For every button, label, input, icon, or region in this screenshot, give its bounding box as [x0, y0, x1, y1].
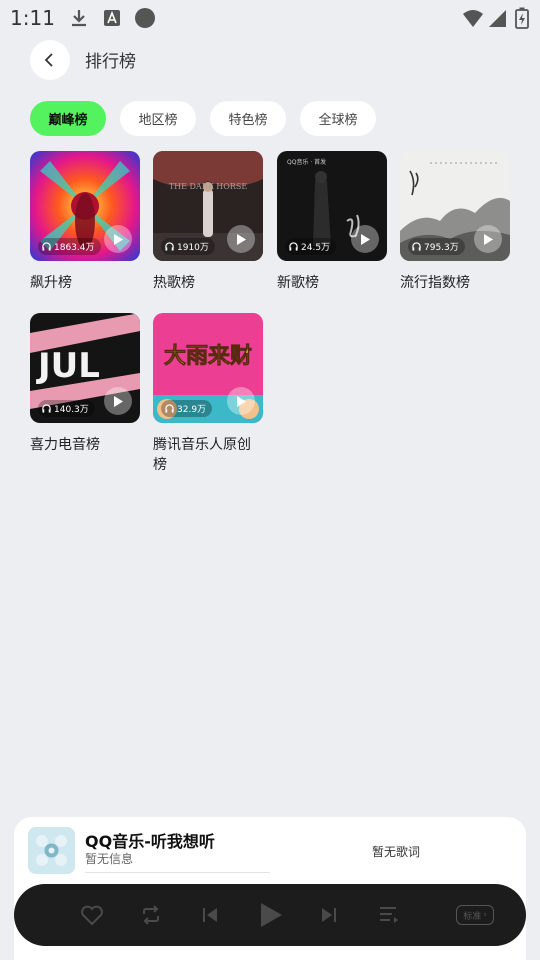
tab-featured[interactable]: 特色榜 — [210, 101, 286, 136]
chart-cover[interactable]: 1863.4万 — [30, 151, 140, 261]
chart-name: 流行指数榜 — [400, 275, 470, 291]
chart-cover[interactable]: THE DARK HORSE 1910万 — [153, 151, 263, 261]
status-time: 1:11 — [10, 6, 55, 30]
chart-name: 新歌榜 — [277, 275, 319, 291]
play-icon — [114, 395, 123, 407]
play-button[interactable] — [351, 225, 379, 253]
play-count-value: 140.3万 — [54, 405, 89, 415]
play-icon — [114, 233, 123, 245]
tab-region[interactable]: 地区榜 — [120, 101, 196, 136]
category-tabs: 巅峰榜 地区榜 特色榜 全球榜 — [30, 101, 376, 136]
play-icon — [484, 233, 493, 245]
player-cover[interactable] — [28, 827, 75, 874]
repeat-button[interactable] — [137, 901, 165, 929]
play-count: 795.3万 — [408, 238, 465, 255]
player-progress-bar[interactable] — [85, 872, 270, 873]
chart-card-rising[interactable]: 1863.4万 飙升榜 — [30, 151, 140, 293]
play-button[interactable] — [227, 387, 255, 415]
chart-name: 腾讯音乐人原创榜 — [153, 437, 251, 473]
play-button[interactable] — [104, 225, 132, 253]
wifi-icon — [463, 10, 483, 27]
chart-card-original[interactable]: 大雨来财 32.9万 腾讯音乐人原创榜 — [153, 313, 263, 475]
headphone-icon — [42, 242, 51, 251]
play-count-value: 1910万 — [177, 243, 209, 253]
lyrics-text: 暂无歌词 — [372, 845, 421, 859]
play-icon — [261, 903, 282, 927]
playlist-icon — [380, 907, 398, 923]
player-control-bar: 标准 › — [14, 884, 526, 946]
play-count: 32.9万 — [161, 400, 213, 417]
headphone-icon — [165, 242, 174, 251]
cover-text: QQ音乐 · 首发 — [287, 158, 326, 166]
play-count: 140.3万 — [38, 400, 95, 417]
play-count-value: 795.3万 — [424, 243, 459, 253]
chart-name: 热歌榜 — [153, 275, 195, 291]
play-count-value: 32.9万 — [177, 405, 207, 415]
cover-text: 大雨来财 — [164, 344, 252, 369]
tab-global[interactable]: 全球榜 — [300, 101, 376, 136]
player-title: QQ音乐-听我想听 — [85, 832, 215, 851]
chart-card-electronic[interactable]: JUL 140.3万 喜力电音榜 — [30, 313, 140, 455]
chevron-left-icon — [44, 53, 53, 67]
back-button[interactable] — [30, 40, 70, 80]
play-icon — [237, 395, 246, 407]
next-button[interactable] — [315, 901, 343, 929]
chart-name: 飙升榜 — [30, 275, 72, 291]
heart-icon — [81, 905, 103, 926]
record-icon — [135, 8, 155, 28]
headphone-icon — [412, 242, 421, 251]
play-icon — [237, 233, 246, 245]
play-icon — [361, 233, 370, 245]
player-subtitle: 暂无信息 — [85, 852, 134, 866]
headphone-icon — [42, 404, 51, 413]
play-count: 1910万 — [161, 238, 215, 255]
like-button[interactable] — [78, 901, 106, 929]
signal-icon — [489, 10, 506, 27]
skip-next-icon — [322, 908, 336, 922]
quality-label: 标准 — [463, 911, 482, 922]
chart-card-hot[interactable]: THE DARK HORSE 1910万 热歌榜 — [153, 151, 263, 293]
chart-cover[interactable]: QQ音乐 · 首发 24.5万 — [277, 151, 387, 261]
headphone-icon — [289, 242, 298, 251]
play-button[interactable] — [227, 225, 255, 253]
play-count: 1863.4万 — [38, 238, 101, 255]
cover-text: JUL — [36, 346, 100, 386]
chart-card-new[interactable]: QQ音乐 · 首发 24.5万 新歌榜 — [277, 151, 387, 293]
repeat-icon — [143, 905, 159, 925]
page-title: 排行榜 — [85, 52, 136, 72]
chart-cover[interactable]: 795.3万 — [400, 151, 510, 261]
play-button[interactable] — [104, 387, 132, 415]
play-count-value: 1863.4万 — [54, 243, 95, 253]
chevron-right-icon: › — [483, 910, 487, 920]
font-icon — [104, 10, 120, 26]
headphone-icon — [165, 404, 174, 413]
app-logo-icon — [28, 827, 75, 874]
skip-previous-icon — [203, 908, 217, 922]
previous-button[interactable] — [196, 901, 224, 929]
play-button[interactable] — [474, 225, 502, 253]
quality-selector[interactable]: 标准 › — [456, 905, 494, 925]
chart-cover[interactable]: JUL 140.3万 — [30, 313, 140, 423]
play-count: 24.5万 — [285, 238, 337, 255]
chart-name: 喜力电音榜 — [30, 437, 100, 453]
tab-peak[interactable]: 巅峰榜 — [30, 101, 106, 136]
battery-icon — [515, 7, 529, 29]
chart-card-pop-index[interactable]: 795.3万 流行指数榜 — [400, 151, 510, 293]
play-count-value: 24.5万 — [301, 243, 331, 253]
playlist-button[interactable] — [375, 901, 403, 929]
download-icon — [72, 10, 86, 27]
cover-text: THE DARK HORSE — [169, 182, 247, 191]
play-pause-button[interactable] — [257, 901, 285, 929]
chart-cover[interactable]: 大雨来财 32.9万 — [153, 313, 263, 423]
status-bar: 1:11 — [0, 0, 540, 36]
